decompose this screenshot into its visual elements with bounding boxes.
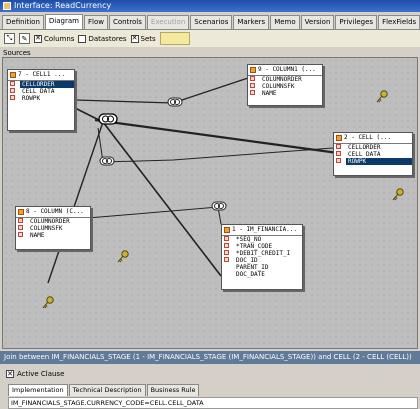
datastores-checkbox[interactable] [78,34,87,43]
column-row[interactable]: COLUMNSFK [30,225,90,232]
join-line-cell1-column [47,121,104,284]
join-expression-field[interactable]: IM_FINANCIALS_STAGE.CURRENCY_CODE=CELL.C… [8,397,418,409]
column-row[interactable]: *TRAN_CODE [236,243,302,250]
join-line-cell1-column1 [74,77,249,104]
window-title-bar: Interface: ReadCurrency [0,0,420,12]
tab-flow[interactable]: Flow [83,15,108,29]
sets-label: Sets [140,34,156,43]
tab-execution: Execution [146,15,190,29]
active-clause-checkbox[interactable]: ✕ [6,370,14,378]
columns-toggle[interactable]: ✕ Columns [34,34,75,43]
datastore-title: 8 - COLUMN (C... [26,208,84,215]
datastore-cell1[interactable]: 7 - CELL1 ... CELLORDER CELL DATA ROWPK [7,69,75,131]
toolbar-action-button[interactable] [159,32,190,45]
tab-diagram[interactable]: Diagram [44,14,83,29]
datastore-im-financials-stage[interactable]: 1 - IM_FINANCIA... *SEQ_NO *TRAN_CODE *D… [221,224,303,290]
datastore-icon [10,72,16,78]
datastore-header[interactable]: 9 - COLUMN1 (... [248,65,322,76]
diagram-canvas[interactable]: 7 - CELL1 ... CELLORDER CELL DATA ROWPK … [2,57,418,349]
diagram-toolbar: ⤡ ✎ ✕ Columns Datastores ✕ Sets [0,29,420,47]
arrange-icon[interactable]: ⤡ [4,33,15,44]
interface-icon [3,2,11,10]
tab-privileges[interactable]: Privileges [335,15,378,29]
datastores-toggle[interactable]: Datastores [78,34,127,43]
datastore-column1[interactable]: 9 - COLUMN1 (... COLUMNORDER COLUMNSFK N… [247,64,323,106]
editor-tabs: Definition Diagram Flow Controls Executi… [2,14,420,29]
column-row[interactable]: NAME [30,232,90,239]
column-row[interactable]: DOC_ID [236,257,302,264]
datastore-header[interactable]: 7 - CELL1 ... [8,70,74,81]
key-icon [42,296,54,309]
column-row[interactable]: CELLORDER [348,144,412,151]
datastore-header[interactable]: 2 - CELL (... [334,133,412,144]
datastore-cell[interactable]: 2 - CELL (... CELLORDER CELL DATA ROWPK [333,132,413,176]
datastore-header[interactable]: 1 - IM_FINANCIA... [222,225,302,236]
datastore-column[interactable]: 8 - COLUMN (C... COLUMNORDER COLUMNSFK N… [15,206,91,250]
tab-business-rule[interactable]: Business Rule [146,384,200,396]
key-icon [117,250,129,263]
join-markers[interactable] [98,97,227,211]
sets-checkbox[interactable]: ✕ [130,34,139,43]
column-row[interactable]: COLUMNORDER [30,218,90,225]
join-line-column-imfin [87,206,222,225]
datastore-header[interactable]: 8 - COLUMN (C... [16,207,90,218]
join-tabs: Implementation Technical Description Bus… [8,384,200,396]
datastore-icon [336,135,342,141]
active-clause-label: Active Clause [17,370,65,378]
column-row[interactable]: CELL DATA [348,151,412,158]
sets-toggle[interactable]: ✕ Sets [130,34,156,43]
column-row[interactable]: PARENT_ID [236,264,302,271]
join-properties-title: Join between IM_FINANCIALS_STAGE (1 - IM… [0,351,420,364]
column-row[interactable]: DOC_DATE [236,271,302,278]
datastore-title: 7 - CELL1 ... [18,71,65,78]
sources-label: Sources [3,49,31,57]
tab-markers[interactable]: Markers [233,15,270,29]
datastore-icon [224,227,230,233]
column-row[interactable]: COLUMNSFK [262,83,322,90]
tab-implementation[interactable]: Implementation [8,384,68,396]
column-row[interactable]: NAME [262,90,322,97]
column-row[interactable]: ROWPK [346,158,412,165]
column-row[interactable]: *DEBIT_CREDIT_I [236,250,302,257]
window-title: Interface: ReadCurrency [14,1,112,10]
column-row[interactable]: CELL DATA [22,88,74,95]
datastore-title: 1 - IM_FINANCIA... [232,226,298,233]
active-clause-toggle[interactable]: ✕ Active Clause [6,370,64,378]
key-icon [376,90,388,103]
key-icon [392,188,404,201]
datastore-icon [250,67,256,73]
datastores-label: Datastores [88,34,127,43]
tab-technical-description[interactable]: Technical Description [68,384,146,396]
columns-label: Columns [44,34,75,43]
column-row[interactable]: *SEQ_NO [236,236,302,243]
datastore-title: 2 - CELL (... [344,134,391,141]
datastore-icon [18,209,24,215]
tab-version[interactable]: Version [300,15,335,29]
datastore-title: 9 - COLUMN1 (... [258,66,316,73]
tab-memo[interactable]: Memo [270,15,300,29]
column-row[interactable]: ROWPK [22,95,74,102]
column-row[interactable]: CELLORDER [20,81,74,88]
edit-icon[interactable]: ✎ [19,33,30,44]
tab-controls[interactable]: Controls [108,15,146,29]
columns-checkbox[interactable]: ✕ [34,34,42,43]
join-line-imfin-cell [94,118,339,155]
tab-flexfields[interactable]: FlexFields [378,15,420,29]
tab-definition[interactable]: Definition [2,15,44,29]
join-line-cell1-cell [97,127,334,163]
column-row[interactable]: COLUMNORDER [262,76,322,83]
tab-scenarios[interactable]: Scenarios [190,15,233,29]
